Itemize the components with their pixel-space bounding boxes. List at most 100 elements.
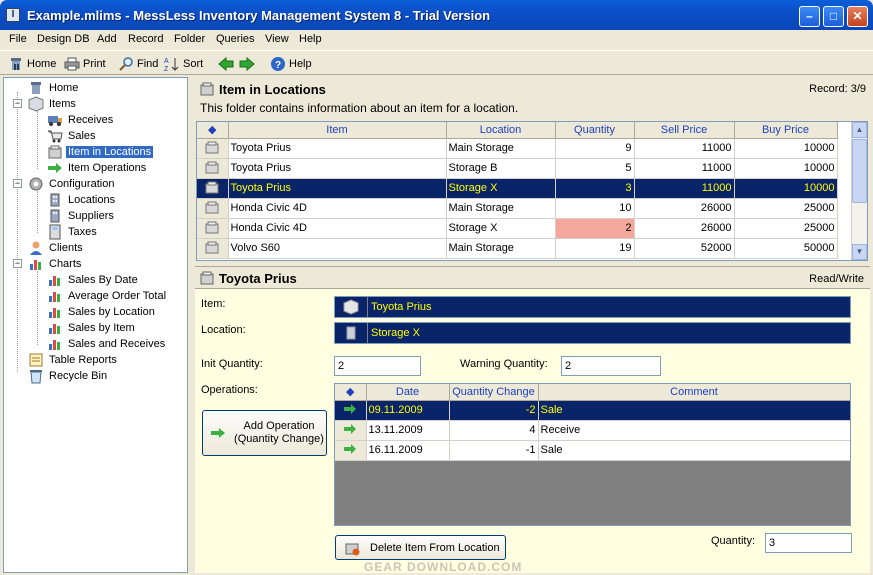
row-icon-cell[interactable] — [197, 238, 229, 259]
cell-date[interactable]: 16.11.2009 — [366, 440, 450, 461]
cell-sell-price[interactable]: 26000 — [634, 218, 735, 239]
table-row[interactable]: Toyota Prius Storage X 3 11000 10000 — [197, 178, 838, 199]
tree-item-sales[interactable]: Sales — [47, 128, 98, 144]
tree-item-configuration[interactable]: Configuration — [28, 176, 116, 192]
cell-sell-price[interactable]: 52000 — [634, 238, 735, 259]
cell-buy-price[interactable]: 25000 — [734, 198, 838, 219]
column-header-sell-price[interactable]: Sell Price — [634, 122, 735, 139]
cell-sell-price[interactable]: 11000 — [634, 158, 735, 179]
cell-location[interactable]: Storage B — [446, 158, 556, 179]
cell-location[interactable]: Storage X — [446, 178, 556, 199]
tree-item-receives[interactable]: Receives — [47, 112, 115, 128]
cell-buy-price[interactable]: 50000 — [734, 238, 838, 259]
cell-quantity[interactable]: 10 — [555, 198, 635, 219]
cell-item[interactable]: Toyota Prius — [228, 178, 447, 199]
tree-item-charts[interactable]: Charts — [28, 256, 83, 272]
cell-item[interactable]: Toyota Prius — [228, 138, 447, 159]
menu-view[interactable]: View — [265, 33, 289, 45]
cell-comment[interactable]: Sale — [538, 440, 850, 461]
row-icon-cell[interactable] — [197, 178, 229, 199]
table-row[interactable]: Honda Civic 4D Storage X 2 26000 25000 — [197, 218, 838, 239]
cell-buy-price[interactable]: 10000 — [734, 138, 838, 159]
table-row[interactable]: Honda Civic 4D Main Storage 10 26000 25000 — [197, 198, 838, 219]
init-quantity-field[interactable]: 2 — [334, 356, 421, 376]
cell-quantity[interactable]: 2 — [555, 218, 635, 239]
op-column-header-comment[interactable]: Comment — [538, 384, 850, 401]
scroll-down-arrow-icon[interactable]: ▼ — [852, 244, 867, 260]
cell-quantity-change[interactable]: 4 — [449, 420, 539, 441]
table-row[interactable]: Volvo S60 Main Storage 19 52000 50000 — [197, 238, 838, 259]
op-row-icon-cell[interactable] — [335, 420, 367, 441]
tree-item-items[interactable]: Items — [28, 96, 78, 112]
op-row-icon-cell[interactable] — [335, 400, 367, 421]
find-tool-button[interactable]: Find — [118, 55, 158, 72]
tree-item-item-operations[interactable]: Item Operations — [47, 160, 148, 176]
print-tool-button[interactable]: Print — [64, 55, 106, 72]
cell-location[interactable]: Main Storage — [446, 138, 556, 159]
cell-location[interactable]: Storage X — [446, 218, 556, 239]
operation-row[interactable]: 16.11.2009 -1 Sale — [335, 440, 850, 461]
tree-expander-configuration[interactable]: − — [13, 179, 22, 188]
cell-item[interactable]: Volvo S60 — [228, 238, 447, 259]
column-header-buy-price[interactable]: Buy Price — [734, 122, 838, 139]
item-lookup-field[interactable]: Toyota Prius — [334, 296, 851, 318]
items-grid-scrollbar[interactable]: ▲ ▼ — [851, 122, 867, 260]
maximize-button[interactable]: □ — [823, 6, 844, 27]
cell-sell-price[interactable]: 11000 — [634, 178, 735, 199]
op-row-icon-cell[interactable] — [335, 440, 367, 461]
cell-buy-price[interactable]: 25000 — [734, 218, 838, 239]
row-icon-cell[interactable] — [197, 138, 229, 159]
cell-quantity[interactable]: 3 — [555, 178, 635, 199]
tree-item-recycle-bin[interactable]: Recycle Bin — [28, 368, 109, 384]
tree-item-sales-by-date[interactable]: Sales By Date — [47, 272, 140, 288]
row-icon-cell[interactable] — [197, 158, 229, 179]
cell-buy-price[interactable]: 10000 — [734, 178, 838, 199]
tree-item-taxes[interactable]: Taxes — [47, 224, 99, 240]
cell-quantity-change[interactable]: -2 — [449, 400, 539, 421]
panel-splitter[interactable] — [189, 77, 194, 573]
scroll-up-arrow-icon[interactable]: ▲ — [852, 122, 867, 138]
delete-item-from-location-button[interactable]: Delete Item From Location — [335, 535, 506, 560]
close-button[interactable]: ✕ — [847, 6, 868, 27]
sort-tool-button[interactable]: AZ Sort — [164, 55, 203, 73]
tree-item-sales-by-location[interactable]: Sales by Location — [47, 304, 157, 320]
op-column-header-quantity-change[interactable]: Quantity Change — [449, 384, 539, 401]
cell-quantity-change[interactable]: -1 — [449, 440, 539, 461]
cell-date[interactable]: 09.11.2009 — [366, 400, 450, 421]
location-lookup-field[interactable]: Storage X — [334, 322, 851, 344]
tree-expander-charts[interactable]: − — [13, 259, 22, 268]
cell-quantity[interactable]: 5 — [555, 158, 635, 179]
tree-expander-items[interactable]: − — [13, 99, 22, 108]
menu-queries[interactable]: Queries — [216, 33, 255, 45]
op-column-header-date[interactable]: Date — [366, 384, 450, 401]
warning-quantity-field[interactable]: 2 — [561, 356, 661, 376]
menu-design-db[interactable]: Design DB — [37, 33, 90, 45]
back-tool-button[interactable] — [218, 55, 234, 72]
cell-buy-price[interactable]: 10000 — [734, 158, 838, 179]
cell-quantity[interactable]: 9 — [555, 138, 635, 159]
cell-item[interactable]: Toyota Prius — [228, 158, 447, 179]
cell-sell-price[interactable]: 26000 — [634, 198, 735, 219]
menu-add[interactable]: Add — [97, 33, 117, 45]
menu-record[interactable]: Record — [128, 33, 163, 45]
tree-item-sales-by-item[interactable]: Sales by Item — [47, 320, 137, 336]
tree-item-suppliers[interactable]: Suppliers — [47, 208, 116, 224]
column-header-quantity[interactable]: Quantity — [555, 122, 635, 139]
cell-location[interactable]: Main Storage — [446, 198, 556, 219]
home-tool-button[interactable]: Home — [8, 55, 56, 72]
cell-item[interactable]: Honda Civic 4D — [228, 198, 447, 219]
menu-help[interactable]: Help — [299, 33, 322, 45]
operation-row[interactable]: 09.11.2009 -2 Sale — [335, 400, 850, 421]
tree-item-average-order-total[interactable]: Average Order Total — [47, 288, 168, 304]
table-row[interactable]: Toyota Prius Storage B 5 11000 10000 — [197, 158, 838, 179]
column-header-item[interactable]: Item — [228, 122, 447, 139]
add-operation-button[interactable]: Add Operation (Quantity Change) — [202, 410, 327, 456]
cell-item[interactable]: Honda Civic 4D — [228, 218, 447, 239]
cell-comment[interactable]: Receive — [538, 420, 850, 441]
tree-item-locations[interactable]: Locations — [47, 192, 117, 208]
minimize-button[interactable]: – — [799, 6, 820, 27]
tree-item-item-in-locations[interactable]: Item in Locations — [47, 144, 154, 160]
cell-comment[interactable]: Sale — [538, 400, 850, 421]
tree-item-home[interactable]: Home — [28, 80, 80, 96]
menu-folder[interactable]: Folder — [174, 33, 205, 45]
